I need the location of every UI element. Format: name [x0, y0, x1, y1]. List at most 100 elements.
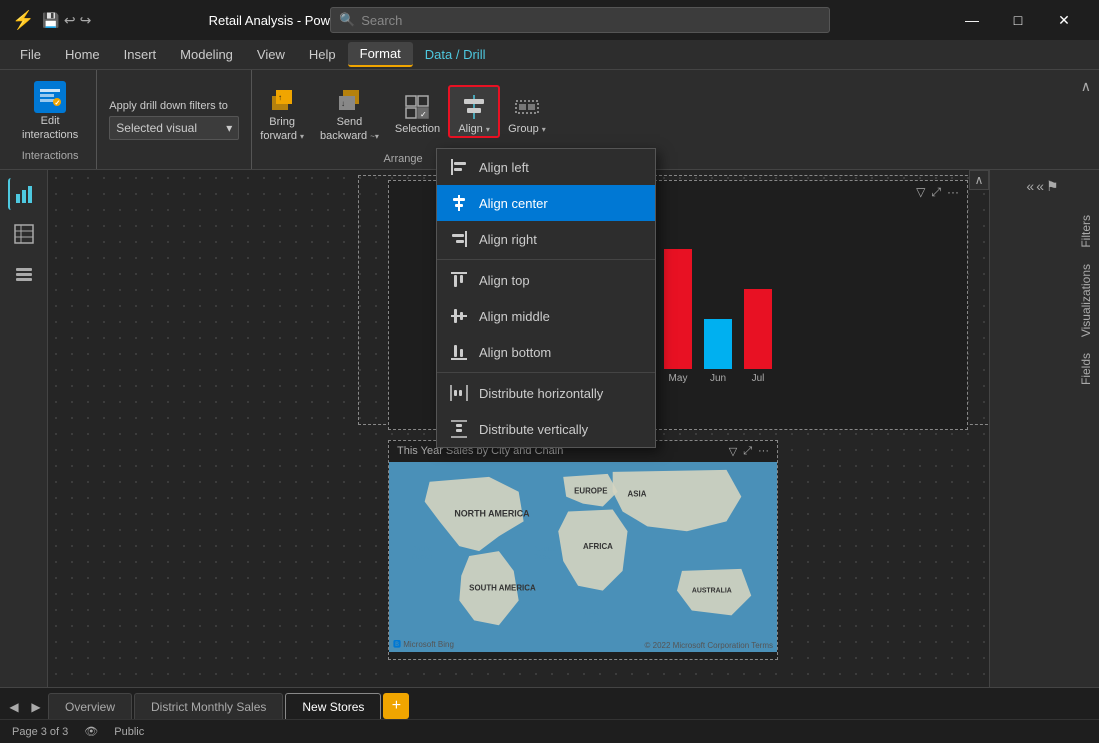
- drill-down-label: Apply drill down filters to: [109, 100, 239, 112]
- menu-insert[interactable]: Insert: [112, 43, 169, 66]
- bring-forward-button[interactable]: ↑ Bringforward ▾: [252, 80, 312, 142]
- align-right-icon: [449, 229, 469, 249]
- drill-down-value: Selected visual: [116, 121, 197, 135]
- more-options-icon[interactable]: ···: [947, 185, 959, 200]
- send-backward-label: Sendbackward ~▾: [320, 116, 379, 142]
- align-top-item[interactable]: Align top: [437, 262, 655, 298]
- title-bar: ⚡ 💾 ↩ ↪ Retail Analysis - Power BI Deskt…: [0, 0, 1099, 40]
- group-label: Group ▾: [508, 123, 546, 136]
- svg-text:✓: ✓: [420, 110, 427, 119]
- page-prev-button[interactable]: ◀: [4, 695, 24, 719]
- align-top-label: Align top: [479, 273, 530, 288]
- collapse-icon-2[interactable]: «: [1036, 178, 1044, 195]
- align-middle-label: Align middle: [479, 309, 550, 324]
- map-filter-icon[interactable]: ▽: [729, 445, 737, 458]
- bar-jul: Jul: [744, 289, 772, 384]
- ribbon-collapse-button[interactable]: ∧: [1081, 78, 1091, 95]
- align-middle-item[interactable]: Align middle: [437, 298, 655, 334]
- tab-overview[interactable]: Overview: [48, 693, 132, 719]
- tab-visualizations[interactable]: Visualizations: [1073, 256, 1099, 345]
- group-button[interactable]: Group ▾: [500, 87, 554, 136]
- save-icon[interactable]: 💾: [42, 12, 59, 29]
- search-bar[interactable]: 🔍 Search: [330, 7, 830, 33]
- tab-district-monthly-sales[interactable]: District Monthly Sales: [134, 693, 283, 719]
- align-left-item[interactable]: Align left: [437, 149, 655, 185]
- align-right-item[interactable]: Align right: [437, 221, 655, 257]
- bar-chart-nav-icon[interactable]: [8, 178, 40, 210]
- align-bottom-item[interactable]: Align bottom: [437, 334, 655, 370]
- align-bottom-icon: [449, 342, 469, 362]
- align-label: Align ▾: [458, 123, 490, 136]
- distribute-horizontally-label: Distribute horizontally: [479, 386, 603, 401]
- tab-new-stores[interactable]: New Stores: [285, 693, 381, 719]
- align-right-label: Align right: [479, 232, 537, 247]
- map-copyright: © 2022 Microsoft Corporation Terms: [645, 641, 773, 650]
- minimize-button[interactable]: —: [949, 4, 995, 36]
- svg-text:Ocean: Ocean: [583, 618, 604, 625]
- page-info: Page 3 of 3: [12, 726, 68, 738]
- svg-text:AFRICA: AFRICA: [583, 542, 613, 551]
- redo-icon[interactable]: ↪: [80, 12, 92, 29]
- close-button[interactable]: ✕: [1041, 4, 1087, 36]
- right-panel-collapse-icons: « « ⚑: [990, 170, 1099, 199]
- add-page-button[interactable]: +: [383, 693, 409, 719]
- group-icon: [511, 91, 543, 123]
- menu-view[interactable]: View: [245, 43, 297, 66]
- align-button[interactable]: Align ▾: [448, 85, 500, 138]
- svg-text:Atlantic: Atlantic: [534, 546, 557, 553]
- map-expand-icon[interactable]: ⤢: [743, 445, 752, 458]
- selection-label: Selection: [395, 123, 440, 136]
- menu-modeling[interactable]: Modeling: [168, 43, 245, 66]
- bring-forward-icon: ↑: [266, 84, 298, 116]
- expand-icon[interactable]: ⤢: [931, 185, 941, 200]
- menu-home[interactable]: Home: [53, 43, 112, 66]
- flag-icon[interactable]: ⚑: [1046, 178, 1059, 195]
- tab-new-stores-label: New Stores: [302, 700, 364, 714]
- svg-text:NORTH AMERICA: NORTH AMERICA: [454, 508, 530, 518]
- interactions-group: ✓ Editinteractions Interactions: [8, 70, 97, 169]
- bring-forward-label: Bringforward ▾: [260, 116, 304, 142]
- drill-down-dropdown[interactable]: Selected visual ▾: [109, 116, 239, 140]
- svg-text:↑: ↑: [278, 93, 282, 102]
- collapse-all-icon[interactable]: «: [1026, 178, 1034, 195]
- tab-filters[interactable]: Filters: [1073, 207, 1099, 256]
- menu-format[interactable]: Format: [348, 42, 413, 67]
- map-more-icon[interactable]: ···: [758, 445, 769, 458]
- align-top-icon: [449, 270, 469, 290]
- filter-icon[interactable]: ▽: [916, 185, 925, 200]
- distribute-vertically-item[interactable]: Distribute vertically: [437, 411, 655, 447]
- undo-icon[interactable]: ↩: [64, 12, 76, 29]
- canvas-collapse-button[interactable]: ∧: [969, 170, 989, 190]
- distribute-vertically-icon: [449, 419, 469, 439]
- svg-text:SOUTH AMERICA: SOUTH AMERICA: [469, 584, 536, 593]
- tab-fields[interactable]: Fields: [1073, 345, 1099, 393]
- map-credit: 🅱 Microsoft Bing: [393, 639, 454, 650]
- layers-nav-icon[interactable]: [8, 258, 40, 290]
- visibility-label: Public: [114, 726, 144, 738]
- interactions-label: Editinteractions: [22, 115, 78, 141]
- menu-data-drill[interactable]: Data / Drill: [413, 43, 498, 66]
- align-center-item[interactable]: Align center: [437, 185, 655, 221]
- distribute-horizontally-item[interactable]: Distribute horizontally: [437, 375, 655, 411]
- svg-text:ASIA: ASIA: [628, 490, 647, 499]
- map-content: NORTH AMERICA SOUTH AMERICA EUROPE ASIA …: [389, 462, 777, 652]
- align-middle-icon: [449, 306, 469, 326]
- map-visual[interactable]: This Year Sales by City and Chain ▽ ⤢ ··…: [388, 440, 778, 660]
- send-backward-button[interactable]: ↓ Sendbackward ~▾: [312, 80, 387, 142]
- svg-text:EUROPE: EUROPE: [574, 487, 607, 496]
- bar-jun: Jun: [704, 319, 732, 384]
- edit-interactions-button[interactable]: ✓ Editinteractions: [16, 77, 84, 145]
- menu-help[interactable]: Help: [297, 43, 348, 66]
- menu-file[interactable]: File: [8, 43, 53, 66]
- selection-button[interactable]: ✓ Selection: [387, 87, 448, 136]
- align-dropdown-menu: Align left Align center Align right: [436, 148, 656, 448]
- distribute-vertically-label: Distribute vertically: [479, 422, 588, 437]
- drill-down-section: Apply drill down filters to Selected vis…: [97, 70, 252, 169]
- table-nav-icon[interactable]: [8, 218, 40, 250]
- arrange-group-label: Arrange: [383, 153, 422, 165]
- distribute-horizontally-icon: [449, 383, 469, 403]
- maximize-button[interactable]: □: [995, 4, 1041, 36]
- svg-text:✓: ✓: [55, 100, 61, 107]
- drill-down-chevron: ▾: [226, 121, 232, 135]
- page-next-button[interactable]: ▶: [26, 695, 46, 719]
